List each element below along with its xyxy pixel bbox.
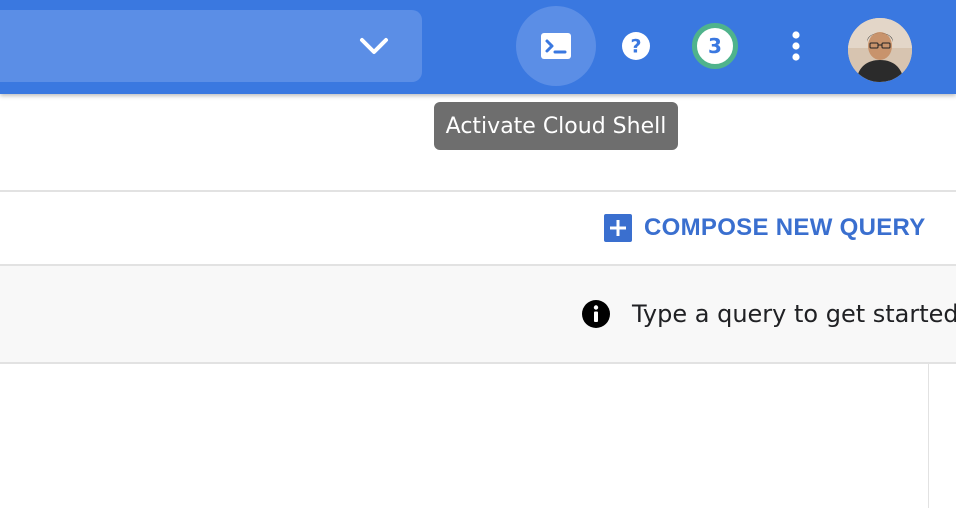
compose-new-query-label: COMPOSE NEW QUERY	[644, 214, 926, 241]
page: ? 3 Activate Cloud Shell COMPOSE NEW QUE…	[0, 0, 956, 508]
tooltip-text: Activate Cloud Shell	[445, 113, 667, 139]
help-icon: ?	[622, 32, 650, 60]
compose-new-query-button[interactable]: COMPOSE NEW QUERY	[604, 214, 926, 242]
activate-cloud-shell-button[interactable]	[516, 6, 596, 86]
project-selector[interactable]	[0, 10, 422, 82]
query-hint: Type a query to get started	[582, 298, 956, 330]
tooltip: Activate Cloud Shell	[434, 102, 678, 150]
more-vert-icon	[792, 31, 800, 61]
notifications-button[interactable]: 3	[675, 6, 755, 86]
panel-edge	[928, 364, 929, 508]
svg-text:?: ?	[630, 36, 641, 58]
cloud-shell-terminal-icon	[541, 33, 571, 59]
plus-box-icon	[604, 214, 632, 242]
top-app-bar: ? 3	[0, 0, 956, 94]
more-options-button[interactable]	[756, 6, 836, 86]
avatar[interactable]	[848, 18, 912, 82]
info-icon	[582, 300, 610, 328]
user-avatar-image	[848, 18, 912, 82]
divider	[0, 362, 956, 364]
help-button[interactable]: ?	[596, 6, 676, 86]
notification-count: 3	[708, 34, 722, 58]
query-hint-text: Type a query to get started	[632, 300, 956, 328]
notifications-badge: 3	[692, 23, 738, 69]
divider	[0, 190, 956, 192]
chevron-down-icon[interactable]	[356, 32, 392, 60]
